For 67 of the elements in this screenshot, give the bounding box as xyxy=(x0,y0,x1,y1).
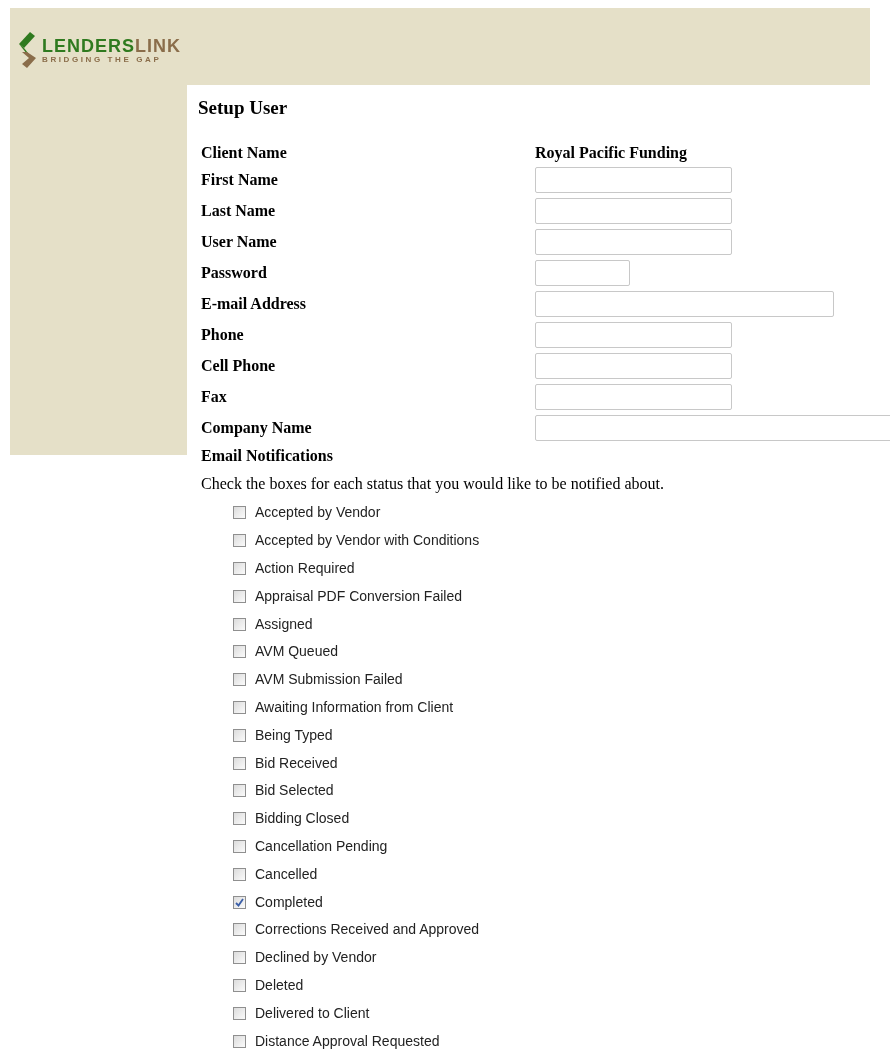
input-field[interactable] xyxy=(535,259,630,286)
field-label: Fax xyxy=(201,386,228,407)
field-label: Client Name xyxy=(201,143,288,163)
input-field[interactable] xyxy=(535,321,732,348)
checkbox[interactable] xyxy=(233,700,246,714)
checkbox[interactable] xyxy=(233,923,246,937)
checkbox-label: Corrections Received and Approved xyxy=(255,920,480,940)
checkbox-label: Accepted by Vendor with Conditions xyxy=(255,531,480,551)
field-label: Password xyxy=(201,262,268,283)
checkbox-label: Assigned xyxy=(255,614,313,634)
checkbox-label: Cancelled xyxy=(255,864,318,884)
field-label: User Name xyxy=(201,231,278,252)
checkbox[interactable] xyxy=(233,645,246,659)
checkbox-label: Action Required xyxy=(255,559,355,578)
field-label: Company Name xyxy=(201,417,313,438)
checkbox[interactable] xyxy=(233,506,246,520)
logo-tagline: BRIDGING THE GAP xyxy=(42,54,163,64)
checkbox[interactable] xyxy=(233,839,246,853)
checkbox[interactable] xyxy=(233,812,246,826)
checkbox-label: Bidding Closed xyxy=(255,809,350,829)
checkbox-label: Deleted xyxy=(255,975,304,995)
checkbox-label: Cancellation Pending xyxy=(255,836,388,856)
checkbox-label: Declined by Vendor xyxy=(255,948,377,968)
chevron-logo-icon xyxy=(16,30,38,70)
checkbox-label: Distance Approval Requested xyxy=(255,1031,440,1050)
checkbox[interactable] xyxy=(233,673,246,687)
checkbox-label: AVM Queued xyxy=(255,642,338,662)
checkbox-label: AVM Submission Failed xyxy=(255,670,403,690)
checkbox[interactable] xyxy=(233,1034,246,1048)
checkbox[interactable] xyxy=(233,867,246,881)
checkbox[interactable] xyxy=(233,589,246,603)
checkbox[interactable] xyxy=(233,534,246,548)
checkbox-label: Completed xyxy=(255,892,323,912)
instructions-text: Check the boxes for each status that you would like to be notified about. xyxy=(200,474,665,495)
checkbox-label: Accepted by Vendor xyxy=(255,503,381,523)
checkbox-label: Bid Received xyxy=(255,753,338,773)
field-label: Cell Phone xyxy=(201,355,277,376)
section-heading: Email Notifications xyxy=(200,446,334,466)
checkbox[interactable] xyxy=(233,895,246,909)
input-field[interactable] xyxy=(535,383,732,410)
logo-wordmark-suffix: LINK xyxy=(135,36,181,55)
input-field[interactable] xyxy=(535,166,732,193)
input-field[interactable] xyxy=(535,290,834,317)
field-label: Phone xyxy=(201,324,245,345)
checkbox[interactable] xyxy=(233,784,246,798)
checkbox[interactable] xyxy=(233,1006,246,1020)
checkbox[interactable] xyxy=(233,951,246,965)
checkbox[interactable] xyxy=(233,562,246,575)
input-field[interactable] xyxy=(535,414,890,441)
checkbox-label: Delivered to Client xyxy=(255,1003,370,1023)
checkbox[interactable] xyxy=(233,978,246,992)
logo-wordmark: LENDERS xyxy=(42,36,135,55)
field-label: First Name xyxy=(201,169,279,190)
field-label: E-mail Address xyxy=(201,293,308,314)
input-field[interactable] xyxy=(535,197,732,224)
checkbox-label: Bid Selected xyxy=(255,781,334,801)
input-field[interactable] xyxy=(535,352,732,379)
checkbox-label: Awaiting Information from Client xyxy=(255,697,454,717)
field-label: Last Name xyxy=(201,200,277,221)
checkbox-label: Appraisal PDF Conversion Failed xyxy=(255,586,462,606)
page-title: Setup User xyxy=(198,98,289,118)
checkbox[interactable] xyxy=(233,617,246,631)
checkbox[interactable] xyxy=(233,728,246,742)
checkbox[interactable] xyxy=(233,756,246,770)
input-field[interactable] xyxy=(535,228,732,255)
client-name-value: Royal Pacific Funding xyxy=(535,143,687,163)
checkbox-label: Being Typed xyxy=(255,725,333,745)
